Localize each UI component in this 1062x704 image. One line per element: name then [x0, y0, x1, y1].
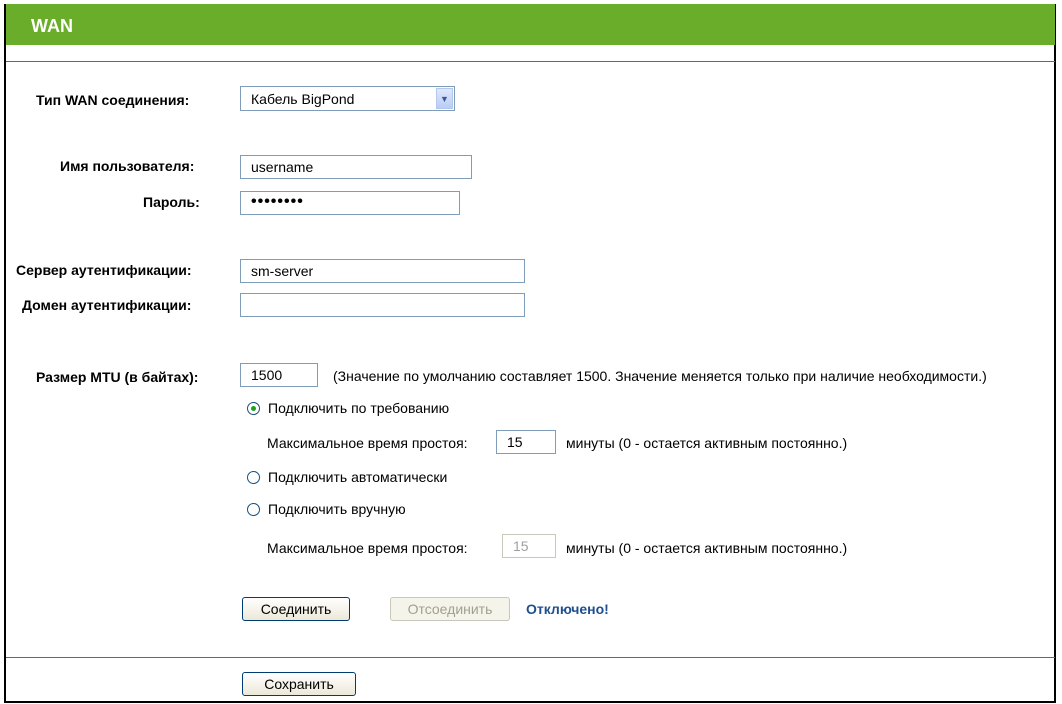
- connection-status: Отключено!: [526, 601, 609, 617]
- wan-type-label: Тип WAN соединения:: [36, 92, 190, 108]
- disconnect-button[interactable]: Отсоединить: [390, 597, 510, 621]
- mtu-hint: (Значение по умолчанию составляет 1500. …: [333, 368, 987, 384]
- auto-connect-radio[interactable]: [247, 471, 260, 484]
- connect-button[interactable]: Соединить: [242, 597, 350, 621]
- auth-server-field[interactable]: sm-server: [240, 259, 525, 283]
- auto-connect-label: Подключить автоматически: [268, 469, 448, 485]
- header-bar: WAN: [6, 4, 1055, 45]
- password-field[interactable]: ••••••••: [240, 191, 460, 215]
- chevron-down-icon[interactable]: ▼: [436, 88, 453, 109]
- manual-idle-time-field[interactable]: 15: [502, 534, 556, 558]
- wan-type-value: Кабель BigPond: [251, 91, 355, 107]
- mtu-label: Размер MTU (в байтах):: [36, 369, 199, 385]
- mtu-field[interactable]: 1500: [240, 363, 318, 387]
- password-label: Пароль:: [143, 194, 200, 210]
- page-frame: [4, 4, 1056, 703]
- auth-domain-label: Домен аутентификации:: [22, 297, 192, 313]
- page-title: WAN: [31, 16, 73, 36]
- username-field[interactable]: username: [240, 155, 472, 179]
- manual-connect-radio[interactable]: [247, 503, 260, 516]
- auth-server-label: Сервер аутентификации:: [16, 262, 192, 278]
- on-demand-radio[interactable]: [247, 402, 260, 415]
- wan-type-select[interactable]: Кабель BigPond ▼: [240, 86, 455, 111]
- auth-domain-field[interactable]: [240, 293, 525, 317]
- manual-idle-time-label: Максимальное время простоя:: [267, 540, 468, 556]
- manual-idle-time-suffix: минуты (0 - остается активным постоянно.…: [566, 540, 848, 556]
- top-divider: [6, 61, 1055, 62]
- idle-time-label: Максимальное время простоя:: [267, 435, 468, 451]
- save-button[interactable]: Сохранить: [242, 672, 356, 696]
- on-demand-label: Подключить по требованию: [268, 400, 450, 416]
- idle-time-field[interactable]: 15: [496, 430, 556, 454]
- idle-time-suffix: минуты (0 - остается активным постоянно.…: [566, 435, 848, 451]
- username-label: Имя пользователя:: [60, 158, 195, 174]
- bottom-divider: [6, 657, 1055, 658]
- manual-connect-label: Подключить вручную: [268, 501, 406, 517]
